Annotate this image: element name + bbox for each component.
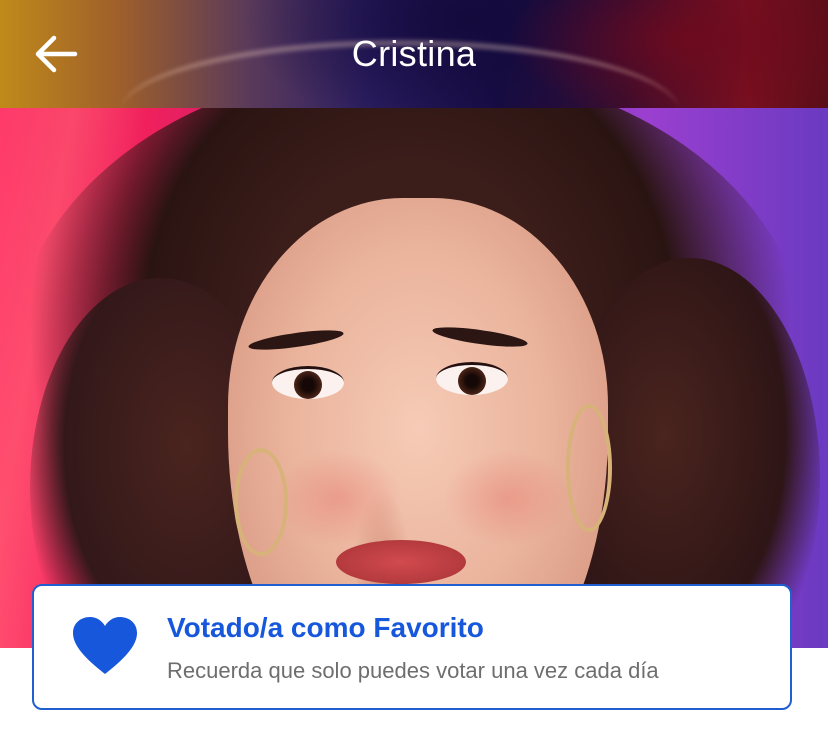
photo-earring-left — [234, 448, 288, 556]
vote-card-title: Votado/a como Favorito — [167, 612, 484, 643]
photo-iris-left — [294, 371, 322, 399]
photo-eye-left — [272, 366, 344, 399]
photo-earring-right — [566, 404, 612, 532]
page-title: Cristina — [351, 33, 477, 74]
back-button[interactable] — [26, 26, 86, 82]
photo-iris-right — [458, 367, 486, 395]
photo-eye-right — [436, 362, 508, 395]
vote-card-subtitle: Recuerda que solo puedes votar una vez c… — [167, 658, 659, 683]
photo-lips — [336, 540, 466, 584]
heart-icon — [73, 617, 137, 674]
app-header: Cristina — [0, 0, 828, 108]
profile-photo — [0, 108, 828, 648]
arrow-left-icon — [35, 35, 78, 73]
vote-status-card: Votado/a como Favorito Recuerda que solo… — [32, 584, 792, 710]
